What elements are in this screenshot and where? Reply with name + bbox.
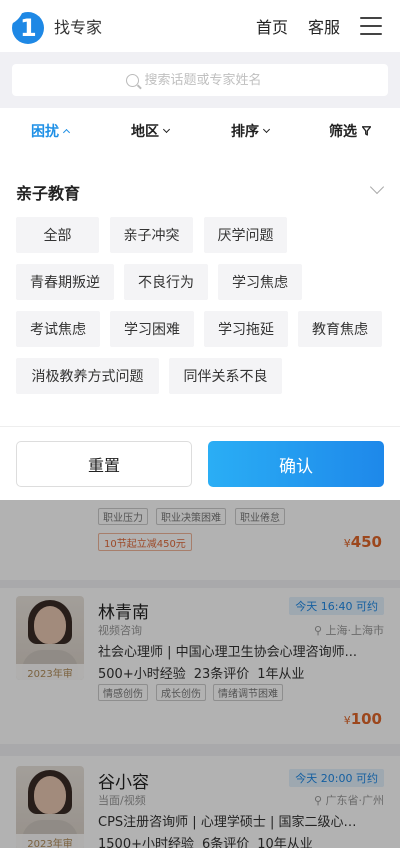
page-title: 找专家 — [54, 18, 103, 37]
topic-tag[interactable]: 教育焦虑 — [298, 311, 382, 347]
topic-tag[interactable]: 厌学问题 — [204, 217, 287, 253]
confirm-button[interactable]: 确认 — [208, 441, 384, 487]
modal-overlay[interactable] — [0, 500, 400, 848]
topic-tag[interactable]: 青春期叛逆 — [16, 264, 114, 300]
topic-tag[interactable]: 同伴关系不良 — [169, 358, 282, 394]
menu-line — [360, 17, 382, 19]
filter-funnel-icon — [362, 126, 371, 136]
logo-mark: 1 — [20, 14, 37, 42]
tab-label: 困扰 — [31, 124, 59, 140]
chevron-down-icon — [162, 125, 171, 133]
topic-tag[interactable]: 不良行为 — [124, 264, 208, 300]
topic-tag[interactable]: 考试焦虑 — [16, 311, 100, 347]
chevron-down-icon — [262, 125, 271, 133]
tab-region[interactable]: 地区 — [100, 108, 200, 154]
app-header: 1 找专家 首页 客服 — [0, 0, 400, 52]
search-icon — [125, 73, 139, 87]
tab-sort[interactable]: 排序 — [200, 108, 300, 154]
app-logo[interactable]: 1 — [2, 4, 46, 48]
topic-tag[interactable]: 学习拖延 — [204, 311, 288, 347]
topic-tag[interactable]: 亲子冲突 — [110, 217, 193, 253]
search-input[interactable] — [144, 72, 275, 88]
tab-concern[interactable]: 困扰 — [0, 108, 100, 154]
topic-tag[interactable]: 消极教养方式问题 — [16, 358, 159, 394]
top-nav: 首页 客服 — [256, 14, 400, 38]
menu-line — [360, 33, 382, 35]
tab-label: 筛选 — [329, 124, 357, 140]
tab-label: 地区 — [131, 124, 159, 140]
topic-tag[interactable]: 学习困难 — [110, 311, 194, 347]
chevron-up-icon — [62, 128, 71, 136]
chevron-down-icon[interactable] — [369, 179, 385, 195]
nav-service-link[interactable]: 客服 — [308, 14, 340, 38]
tab-filter[interactable]: 筛选 — [300, 108, 400, 154]
panel-action-bar: 重置 确认 — [0, 426, 400, 500]
menu-line — [360, 25, 382, 27]
nav-home-link[interactable]: 首页 — [256, 14, 288, 38]
reset-button[interactable]: 重置 — [16, 441, 192, 487]
search-box[interactable] — [12, 64, 388, 96]
tab-label: 排序 — [231, 124, 259, 140]
concern-dropdown-panel: 亲子教育 全部 亲子冲突 厌学问题 青春期叛逆 不良行为 学习焦虑 考试焦虑 学… — [0, 154, 400, 426]
hamburger-menu-icon[interactable] — [360, 17, 382, 35]
topic-tag[interactable]: 学习焦虑 — [218, 264, 302, 300]
category-title: 亲子教育 — [16, 184, 81, 203]
search-area — [0, 52, 400, 108]
filter-tabs: 困扰 地区 排序 筛选 — [0, 108, 400, 154]
topic-tag[interactable]: 全部 — [16, 217, 99, 253]
